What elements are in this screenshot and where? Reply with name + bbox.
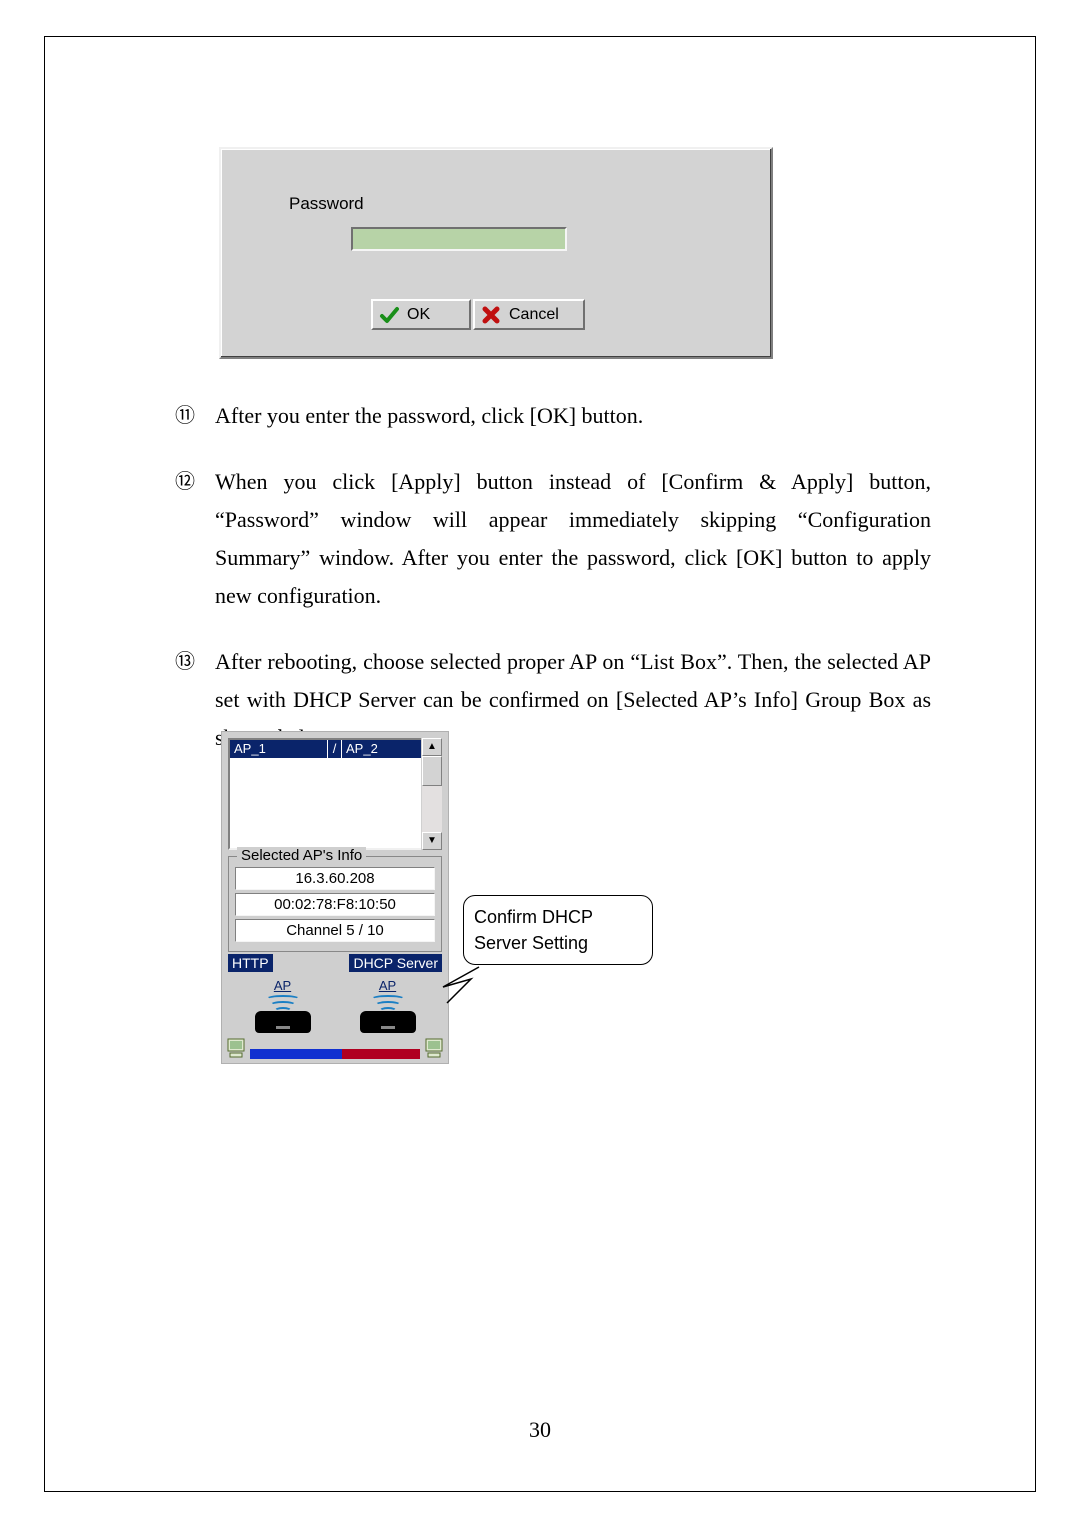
instruction-list: ⑪ After you enter the password, click [O… [175, 397, 931, 785]
check-icon [379, 305, 399, 325]
callout-box: Confirm DHCP Server Setting [463, 895, 653, 965]
computer-icon [226, 1037, 246, 1059]
page-number: 30 [45, 1417, 1035, 1443]
selected-ap-info-group: Selected AP's Info 16.3.60.208 00:02:78:… [228, 856, 442, 952]
scroll-down-button[interactable]: ▼ [422, 832, 442, 850]
ok-button-label: OK [407, 306, 430, 324]
x-icon [481, 305, 501, 325]
scroll-thumb[interactable] [422, 756, 442, 786]
list-content: After you enter the password, click [OK]… [215, 397, 931, 435]
ap-icon: AP [360, 978, 416, 1033]
ap-icon-label: AP [379, 978, 396, 993]
group-title: Selected AP's Info [237, 847, 366, 864]
info-mac: 00:02:78:F8:10:50 [235, 893, 435, 916]
dhcp-server-tag: DHCP Server [349, 954, 442, 972]
scroll-up-button[interactable]: ▲ [422, 738, 442, 756]
computer-icon [424, 1037, 444, 1059]
dialog-button-row: OK Cancel [371, 299, 585, 330]
access-point-icon [255, 995, 311, 1033]
list-item: ⑪ After you enter the password, click [O… [175, 397, 931, 435]
listbox-separator: / [328, 740, 342, 758]
ok-button[interactable]: OK [371, 299, 471, 330]
ap-icon-row: AP AP [222, 976, 448, 1037]
http-tag: HTTP [228, 954, 273, 972]
bottom-status-row [222, 1037, 448, 1063]
listbox-row[interactable]: AP_1 / AP_2 [230, 740, 440, 758]
callout-line: Confirm DHCP [474, 904, 642, 930]
list-marker: ⑫ [175, 463, 215, 615]
password-label: Password [289, 194, 364, 214]
access-point-icon [360, 995, 416, 1033]
wifi-signal-icon [263, 995, 303, 1011]
cancel-button[interactable]: Cancel [473, 299, 585, 330]
ap-icon: AP [255, 978, 311, 1033]
wifi-signal-icon [368, 995, 408, 1011]
list-marker: ⑬ [175, 643, 215, 757]
password-input[interactable] [351, 227, 567, 251]
list-content: When you click [Apply] button instead of… [215, 463, 931, 615]
cancel-button-label: Cancel [509, 306, 559, 324]
ap-icon-label: AP [274, 978, 291, 993]
info-ip: 16.3.60.208 [235, 867, 435, 890]
tag-row: HTTP DHCP Server [222, 954, 448, 976]
listbox-cell: AP_1 [230, 740, 328, 758]
callout-line: Server Setting [474, 930, 642, 956]
signal-bar [250, 1049, 420, 1059]
list-marker: ⑪ [175, 397, 215, 435]
list-item: ⑫ When you click [Apply] button instead … [175, 463, 931, 615]
ap-info-panel: AP_1 / AP_2 ▲ ▼ Selected AP's Info 16.3.… [221, 731, 449, 1064]
ap-listbox[interactable]: AP_1 / AP_2 ▲ ▼ [228, 738, 442, 850]
info-channel: Channel 5 / 10 [235, 919, 435, 942]
scrollbar-vertical[interactable]: ▲ ▼ [421, 738, 442, 850]
password-dialog: Password OK C [219, 147, 773, 359]
